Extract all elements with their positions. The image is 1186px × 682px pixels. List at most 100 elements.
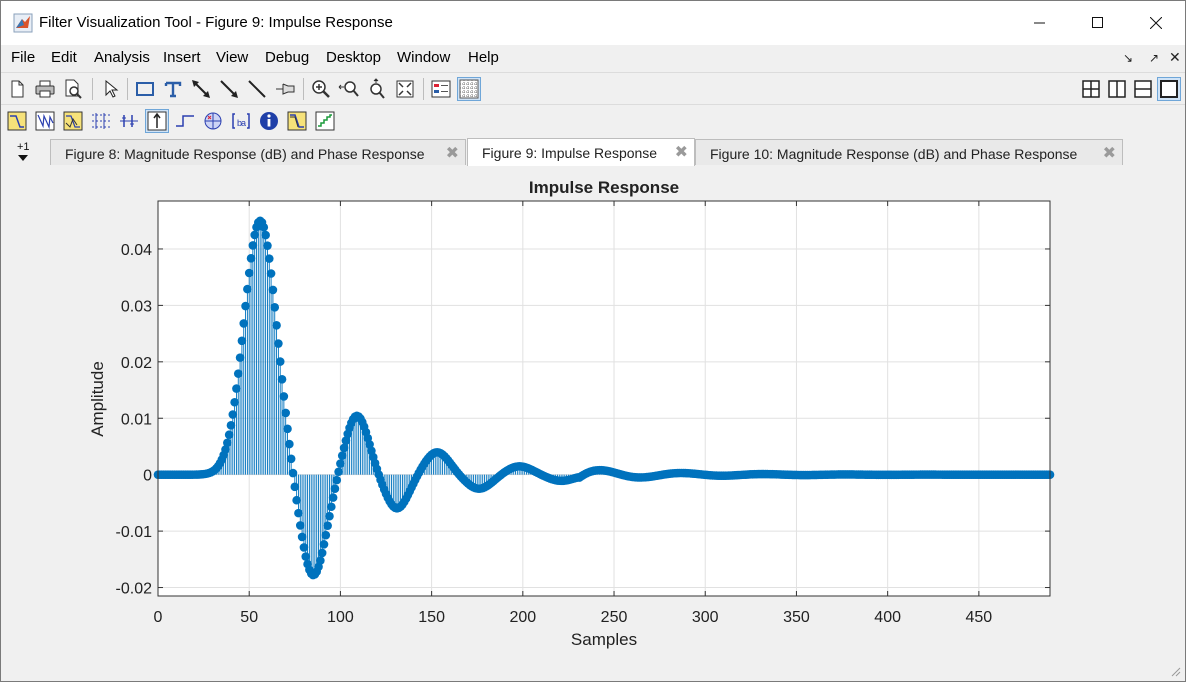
toolbar-separator	[92, 78, 93, 100]
close-tab-icon[interactable]: ✖	[446, 143, 459, 163]
stem-marker	[328, 493, 338, 502]
plot-area[interactable]	[158, 201, 1050, 596]
zoom-in-button[interactable]	[309, 77, 333, 101]
tab-label: Figure 8: Magnitude Response (dB) and Ph…	[65, 146, 425, 162]
group-delay-button[interactable]	[89, 109, 113, 133]
maximize-icon	[1092, 17, 1103, 28]
close-tab-icon[interactable]: ✖	[675, 142, 688, 162]
insert-line-button[interactable]	[245, 77, 269, 101]
zoom-x-button[interactable]	[337, 77, 361, 101]
print-preview-icon	[65, 79, 82, 99]
stem-marker	[283, 424, 292, 434]
tile-horizontal-button[interactable]	[1131, 77, 1155, 101]
toolbar-separator	[423, 78, 424, 100]
new-figure-icon	[11, 80, 24, 98]
close-button[interactable]	[1127, 1, 1185, 45]
dock-arrow-icon[interactable]: ↘	[1123, 51, 1133, 65]
menu-insert[interactable]: Insert	[163, 49, 201, 66]
stem-marker	[337, 451, 347, 460]
stem-marker	[294, 508, 303, 518]
print-preview-button[interactable]	[61, 77, 85, 101]
analysis-toolbar: ba	[1, 104, 1185, 137]
tile-grid-icon	[1082, 80, 1100, 98]
group-delay-icon	[92, 113, 110, 129]
close-figure-icon[interactable]: ✕	[1169, 49, 1181, 66]
app-window: Filter Visualization Tool - Figure 9: Im…	[0, 0, 1186, 682]
tile-vertical-button[interactable]	[1105, 77, 1129, 101]
pole-zero-button[interactable]	[201, 109, 225, 133]
figure-canvas: Impulse Response Samples Amplitude 0 50 10…	[3, 166, 1183, 680]
stem-marker	[237, 336, 247, 346]
stem-marker	[263, 241, 272, 250]
x-tick-label: 50	[240, 609, 258, 626]
stem-marker	[230, 397, 239, 407]
tab-figure-8[interactable]: Figure 8: Magnitude Response (dB) and Ph…	[50, 139, 466, 165]
close-tab-icon[interactable]: ✖	[1103, 143, 1116, 163]
resize-grip-icon[interactable]	[1169, 665, 1181, 677]
tab-figure-9[interactable]: Figure 9: Impulse Response ✖	[467, 138, 695, 166]
menu-file[interactable]: File	[11, 49, 35, 66]
stem-marker	[277, 374, 287, 384]
tab-figure-10[interactable]: Figure 10: Magnitude Response (dB) and P…	[695, 139, 1123, 165]
magnitude-estimate-button[interactable]	[285, 109, 309, 133]
magnitude-response-button[interactable]	[5, 109, 29, 133]
maximize-button[interactable]	[1069, 1, 1127, 45]
svg-text:a: a	[241, 118, 246, 128]
filter-coefficients-button[interactable]: ba	[229, 109, 253, 133]
menu-bar: File Edit Analysis Insert View Debug Des…	[1, 45, 1185, 71]
insert-double-arrow-button[interactable]	[189, 77, 213, 101]
full-view-button[interactable]	[393, 77, 417, 101]
magnitude-estimate-icon	[287, 111, 307, 131]
phase-response-button[interactable]	[33, 109, 57, 133]
coefficients-icon: ba	[232, 113, 250, 129]
pin-icon	[276, 83, 295, 95]
toolbar-separator	[127, 78, 128, 100]
stem-marker	[226, 421, 236, 430]
pointer-button[interactable]	[99, 77, 123, 101]
print-button[interactable]	[33, 77, 57, 101]
pin-button[interactable]	[273, 77, 297, 101]
undock-arrow-icon[interactable]: ↗	[1149, 51, 1159, 65]
minimize-button[interactable]	[1011, 1, 1069, 45]
zoom-y-button[interactable]	[365, 77, 389, 101]
menu-window[interactable]: Window	[397, 49, 450, 66]
insert-arrow-button[interactable]	[217, 77, 241, 101]
noise-power-button[interactable]	[313, 109, 337, 133]
tab-navigation-button[interactable]: +1	[9, 139, 39, 165]
menu-edit[interactable]: Edit	[51, 49, 77, 66]
insert-rectangle-button[interactable]	[133, 77, 157, 101]
phase-response-icon	[35, 111, 55, 131]
stem-marker	[285, 439, 294, 449]
tile-grid-button[interactable]	[1079, 77, 1103, 101]
stem-marker	[288, 468, 298, 478]
filter-info-button[interactable]	[257, 109, 281, 133]
magnitude-phase-button[interactable]	[61, 109, 85, 133]
close-icon	[1150, 17, 1162, 29]
step-response-button[interactable]	[173, 109, 197, 133]
print-icon	[35, 80, 55, 98]
new-figure-button[interactable]	[5, 77, 29, 101]
stem-marker	[248, 241, 258, 250]
magnitude-phase-icon	[63, 111, 83, 131]
impulse-response-button[interactable]	[145, 109, 169, 133]
menu-debug[interactable]: Debug	[265, 49, 309, 66]
menu-analysis[interactable]: Analysis	[94, 49, 150, 66]
stem-marker	[323, 521, 332, 530]
stem-marker	[261, 230, 270, 240]
legend-button[interactable]	[429, 77, 453, 101]
stem-marker	[317, 548, 327, 558]
insert-text-button[interactable]	[161, 77, 185, 101]
phase-delay-icon	[120, 115, 138, 127]
title-bar: Filter Visualization Tool - Figure 9: Im…	[1, 1, 1185, 45]
noise-power-icon	[315, 111, 335, 131]
single-view-button[interactable]	[1157, 77, 1181, 101]
stem-marker	[228, 410, 238, 419]
menu-help[interactable]: Help	[468, 49, 499, 66]
impulse-response-chart[interactable]: Impulse Response Samples Amplitude 0 50 10…	[3, 166, 1183, 680]
menu-view[interactable]: View	[216, 49, 248, 66]
phase-delay-button[interactable]	[117, 109, 141, 133]
grid-toggle-button[interactable]	[457, 77, 481, 101]
menu-desktop[interactable]: Desktop	[326, 49, 381, 66]
stem-marker	[325, 511, 334, 521]
y-tick-label: -0.02	[116, 581, 153, 598]
